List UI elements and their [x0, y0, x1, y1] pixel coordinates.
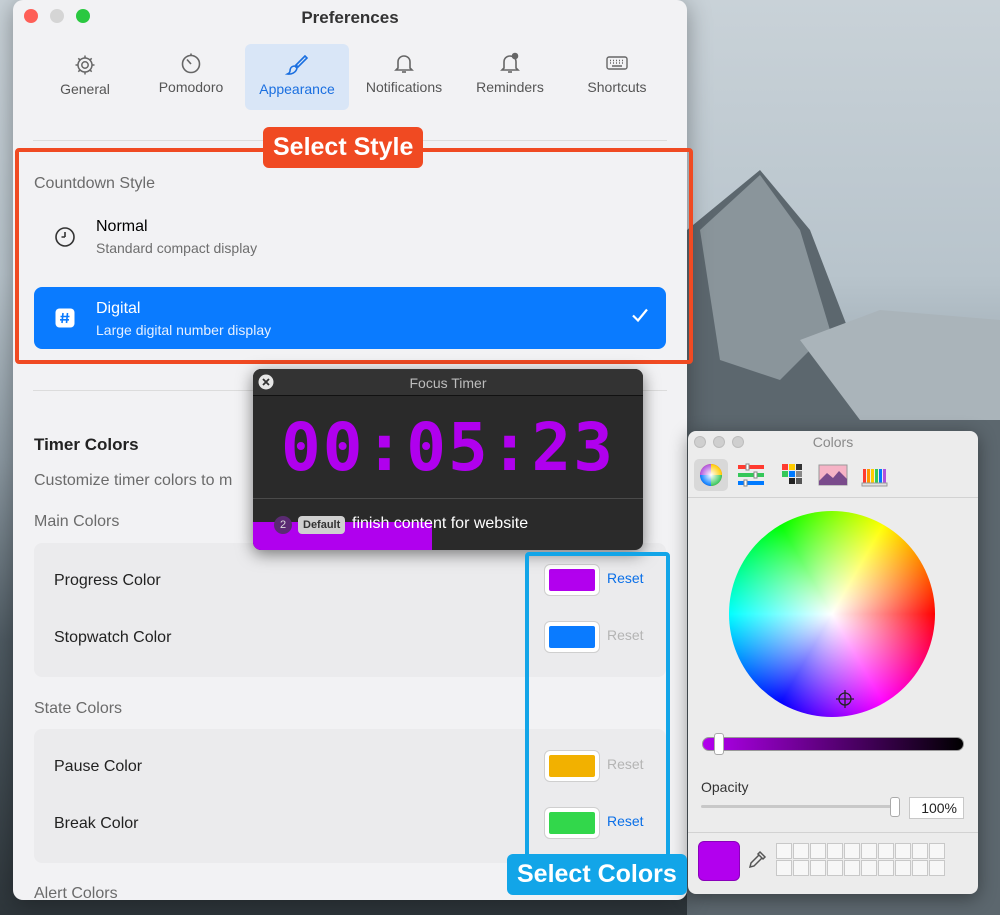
timer-icon: [181, 53, 201, 74]
colors-panel: Colors Opacity 100%: [688, 431, 978, 894]
bell-badge-icon: [500, 52, 520, 73]
select-colors-tag: Select Colors: [507, 854, 687, 895]
title-bar: Preferences: [13, 0, 687, 34]
alert-colors-label: Alert Colors: [34, 885, 118, 900]
timer-colors-heading: Timer Colors: [34, 435, 139, 454]
brightness-slider[interactable]: [702, 737, 964, 751]
opacity-label: Opacity: [701, 779, 749, 795]
focus-timer-panel: Focus Timer 00:05:23 2 Default finish co…: [253, 369, 643, 550]
main-colors-label: Main Colors: [34, 513, 120, 530]
color-well[interactable]: [878, 843, 894, 859]
state-colors-label: State Colors: [34, 700, 123, 717]
color-well[interactable]: [827, 843, 843, 859]
paintbrush-icon: [285, 54, 309, 75]
color-wheel-icon: [700, 464, 722, 486]
countdown-digits: 00:05:23: [281, 409, 615, 486]
crayons-tab[interactable]: [858, 459, 892, 491]
keyboard-icon: [606, 56, 628, 70]
color-wheel[interactable]: [729, 511, 935, 717]
colors-title: Colors: [812, 434, 854, 450]
color-well[interactable]: [895, 843, 911, 859]
color-well[interactable]: [793, 860, 809, 876]
color-wheel-tab[interactable]: [694, 459, 728, 491]
color-well[interactable]: [861, 860, 877, 876]
current-color-well[interactable]: [698, 841, 740, 881]
bell-icon: [394, 55, 414, 73]
color-well[interactable]: [895, 860, 911, 876]
focus-timer-title: Focus Timer: [409, 375, 487, 391]
sliders-icon: [738, 463, 764, 487]
color-well[interactable]: [810, 860, 826, 876]
color-well[interactable]: [827, 860, 843, 876]
color-well[interactable]: [776, 860, 792, 876]
saved-color-wells: [776, 843, 945, 876]
stopwatch-color-label: Stopwatch Color: [54, 629, 172, 646]
timer-colors-description: Customize timer colors to m: [34, 472, 233, 489]
tab-notifications[interactable]: Notifications: [352, 44, 456, 110]
color-well[interactable]: [929, 843, 945, 859]
tab-reminders[interactable]: Reminders: [458, 44, 562, 110]
colors-toolbar-divider: [688, 497, 978, 498]
opacity-slider-thumb[interactable]: [890, 797, 900, 817]
pencils-icon: [861, 469, 888, 487]
progress-color-label: Progress Color: [54, 572, 161, 589]
color-well[interactable]: [793, 843, 809, 859]
tab-shortcuts[interactable]: Shortcuts: [565, 44, 669, 110]
image-palettes-tab[interactable]: [816, 459, 850, 491]
colors-titlebar: Colors: [688, 431, 978, 453]
preferences-tabs: General Pomodoro Appearance Notification…: [33, 44, 667, 110]
tab-pomodoro[interactable]: Pomodoro: [139, 44, 243, 110]
color-well[interactable]: [912, 843, 928, 859]
tab-appearance[interactable]: Appearance: [245, 44, 349, 110]
tab-general[interactable]: General: [33, 44, 137, 110]
crosshair-icon[interactable]: [836, 690, 854, 708]
eyedropper-icon[interactable]: [746, 849, 768, 871]
timer-separator: [253, 498, 643, 499]
select-style-tag: Select Style: [263, 127, 424, 168]
color-palettes-tab[interactable]: [774, 459, 808, 491]
opacity-slider[interactable]: [701, 805, 894, 808]
opacity-value-field[interactable]: 100%: [909, 797, 964, 819]
select-style-highlight: [15, 148, 693, 364]
select-colors-highlight: [525, 552, 670, 877]
palette-grid-icon: [782, 464, 802, 484]
colors-bottom-divider: [688, 832, 978, 833]
gear-icon: [75, 55, 95, 75]
color-well[interactable]: [844, 860, 860, 876]
colors-toolbar: [688, 455, 978, 495]
color-well[interactable]: [776, 843, 792, 859]
current-task-text: finish content for website: [352, 515, 529, 532]
color-well[interactable]: [929, 860, 945, 876]
window-title: Preferences: [301, 8, 399, 27]
break-color-label: Break Color: [54, 815, 139, 832]
task-count-badge: 2: [274, 516, 292, 534]
color-well[interactable]: [861, 843, 877, 859]
task-tag-badge: Default: [298, 516, 346, 534]
focus-timer-titlebar: Focus Timer: [253, 369, 643, 396]
color-sliders-tab[interactable]: [734, 459, 768, 491]
color-well[interactable]: [810, 843, 826, 859]
image-landscape-icon: [818, 464, 848, 486]
pause-color-label: Pause Color: [54, 758, 143, 775]
color-well[interactable]: [844, 843, 860, 859]
color-well[interactable]: [912, 860, 928, 876]
brightness-slider-thumb[interactable]: [714, 733, 724, 755]
color-well[interactable]: [878, 860, 894, 876]
